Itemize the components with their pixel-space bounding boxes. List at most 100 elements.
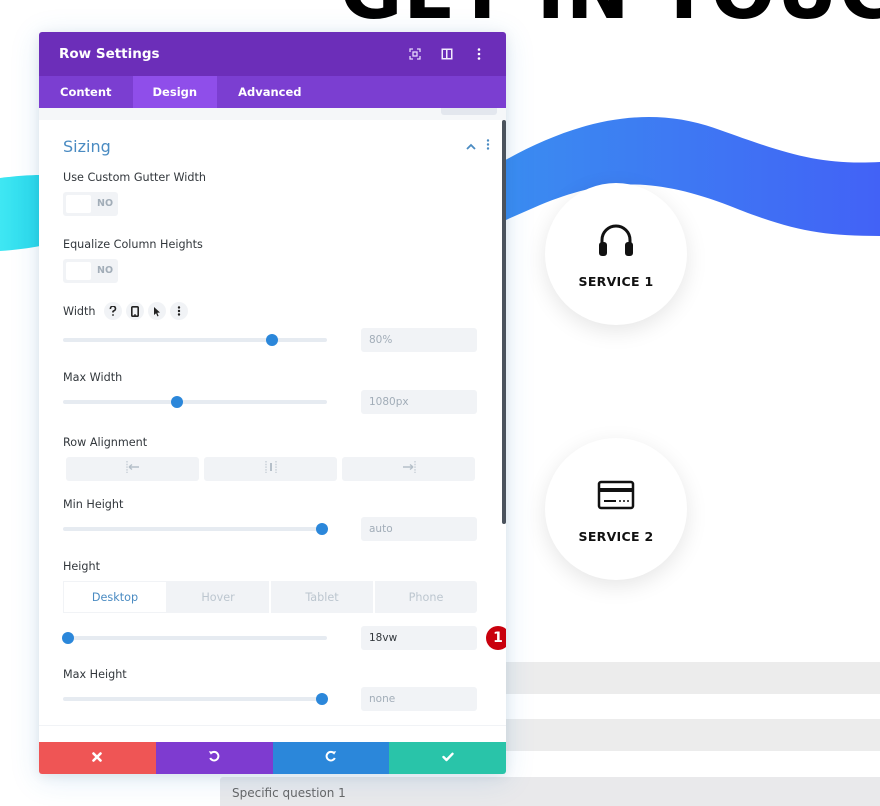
help-icon[interactable]: [103, 302, 122, 320]
slider-thumb[interactable]: [315, 693, 328, 705]
device-tab-hover[interactable]: Hover: [167, 581, 271, 613]
checkmark-icon: [441, 749, 454, 767]
width-slider[interactable]: [63, 334, 327, 346]
redo-button[interactable]: [272, 742, 390, 774]
service-label: SERVICE 1: [578, 273, 654, 289]
previous-section-edge: [39, 108, 506, 120]
max-width-input[interactable]: [361, 390, 477, 414]
device-tab-phone[interactable]: Phone: [375, 581, 477, 613]
fullscreen-icon[interactable]: [408, 47, 422, 61]
step-badge: 1: [486, 626, 506, 650]
max-height-slider-row: [63, 687, 482, 711]
modal-footer: [39, 742, 506, 774]
align-right-icon: [402, 460, 416, 478]
equalize-columns-field: Equalize Column Heights NO: [63, 235, 482, 283]
toggle-knob: [66, 262, 91, 280]
more-options-icon[interactable]: [472, 47, 486, 61]
field-label: Min Height: [63, 497, 124, 511]
more-icon[interactable]: [169, 302, 188, 320]
max-height-input[interactable]: [361, 687, 477, 711]
max-height-field: Max Height: [63, 665, 482, 711]
field-label: Max Height: [63, 667, 127, 681]
hover-cursor-icon[interactable]: [147, 302, 166, 320]
form-field[interactable]: [506, 719, 880, 751]
slider-thumb[interactable]: [315, 523, 328, 535]
device-tab-tablet[interactable]: Tablet: [271, 581, 375, 613]
width-field: Width: [63, 302, 482, 352]
headphones-icon: [596, 220, 636, 260]
service-label: SERVICE 2: [578, 528, 654, 544]
align-left-icon: [126, 460, 140, 478]
close-icon: [92, 749, 103, 767]
height-field: Height Desktop Hover Tablet Phone 1: [62, 557, 506, 650]
credit-card-icon: [596, 475, 636, 515]
field-label: Width: [63, 304, 96, 318]
max-width-field: Max Width: [63, 368, 482, 414]
question-field[interactable]: Specific question 1: [220, 777, 880, 806]
wave-band-left: [0, 175, 40, 251]
cancel-button[interactable]: [39, 742, 156, 774]
tab-design[interactable]: Design: [132, 76, 218, 108]
slider-thumb[interactable]: [62, 632, 75, 644]
max-height-slider[interactable]: [63, 693, 328, 705]
previous-section-button: [441, 108, 497, 115]
min-height-input[interactable]: [361, 517, 477, 541]
field-label: Height: [63, 559, 100, 573]
service-card[interactable]: SERVICE 2: [545, 438, 687, 580]
undo-icon: [208, 749, 220, 767]
redo-icon: [325, 749, 337, 767]
question-placeholder: Specific question 1: [232, 786, 346, 800]
save-button[interactable]: [389, 742, 506, 774]
section-header[interactable]: Sizing: [63, 120, 490, 170]
min-height-slider-row: [63, 517, 482, 541]
divider: [39, 725, 506, 726]
undo-button[interactable]: [155, 742, 273, 774]
field-label: Equalize Column Heights: [63, 237, 203, 251]
toggle-knob: [66, 195, 91, 213]
equalize-columns-toggle[interactable]: NO: [63, 259, 118, 283]
align-center-icon: [265, 460, 277, 478]
sizing-section: Sizing Use Custom Gutter Width NO Equali…: [39, 120, 506, 711]
section-title: Sizing: [63, 136, 111, 156]
width-slider-row: [63, 328, 482, 352]
toggle-state: NO: [97, 265, 114, 276]
split-view-icon[interactable]: [440, 47, 454, 61]
section-more-icon[interactable]: [486, 137, 490, 155]
row-alignment-field: Row Alignment: [63, 433, 482, 481]
field-label: Row Alignment: [63, 435, 148, 449]
wave-band-right: [480, 117, 880, 236]
align-center-button[interactable]: [204, 457, 337, 481]
modal-title: Row Settings: [59, 46, 160, 62]
device-tabs: Desktop Hover Tablet Phone: [63, 581, 477, 613]
tab-content[interactable]: Content: [39, 76, 133, 108]
settings-body: Sizing Use Custom Gutter Width NO Equali…: [39, 108, 506, 742]
responsive-phone-icon[interactable]: [125, 302, 144, 320]
form-field[interactable]: [506, 662, 880, 694]
service-card[interactable]: SERVICE 1: [545, 183, 687, 325]
align-right-button[interactable]: [342, 457, 475, 481]
page-heading: GET IN TOUCH: [340, 0, 880, 30]
max-width-slider-row: [63, 390, 482, 414]
row-settings-modal: Row Settings Content Design Advanced Siz…: [39, 32, 506, 774]
width-input[interactable]: [361, 328, 477, 352]
field-label: Max Width: [63, 370, 123, 384]
height-input[interactable]: [361, 626, 477, 650]
height-slider[interactable]: [62, 632, 327, 644]
align-left-button[interactable]: [66, 457, 199, 481]
slider-thumb[interactable]: [265, 334, 278, 346]
tab-advanced[interactable]: Advanced: [217, 76, 322, 108]
slider-thumb[interactable]: [170, 396, 183, 408]
custom-gutter-field: Use Custom Gutter Width NO: [63, 168, 482, 216]
chevron-up-icon[interactable]: [466, 137, 476, 155]
modal-header[interactable]: Row Settings: [39, 32, 506, 76]
height-slider-row: 1: [62, 626, 506, 650]
max-width-slider[interactable]: [63, 396, 327, 408]
custom-gutter-toggle[interactable]: NO: [63, 192, 118, 216]
width-label-row: Width: [63, 302, 482, 320]
min-height-slider[interactable]: [63, 523, 328, 535]
device-tab-desktop[interactable]: Desktop: [63, 581, 167, 613]
min-height-field: Min Height: [63, 495, 482, 541]
toggle-state: NO: [97, 198, 114, 209]
field-label: Use Custom Gutter Width: [63, 170, 206, 184]
settings-tabs: Content Design Advanced: [39, 76, 506, 108]
